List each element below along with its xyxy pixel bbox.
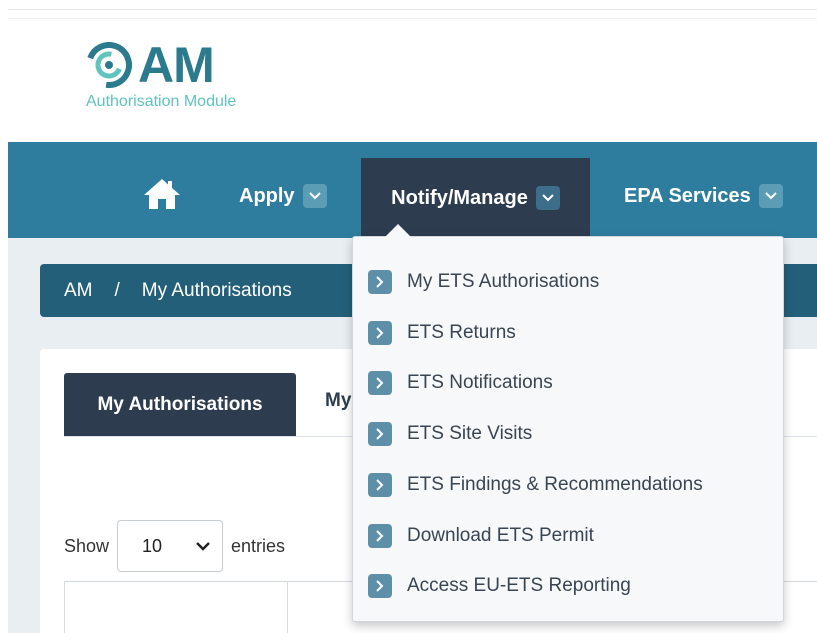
chevron-down-icon — [535, 186, 560, 210]
menu-item-ets-notifications[interactable]: ETS Notifications — [368, 368, 553, 398]
menu-item-label: Download ETS Permit — [407, 525, 594, 546]
entries-label: entries — [231, 535, 286, 556]
home-icon — [144, 179, 180, 209]
chevron-right-icon — [368, 574, 392, 598]
nav-epa-services[interactable]: EPA Services — [624, 180, 783, 212]
logo-subtitle: Authorisation Module — [86, 93, 237, 110]
chevron-right-icon — [368, 270, 392, 294]
menu-item-ets-returns[interactable]: ETS Returns — [368, 318, 516, 348]
menu-item-label: ETS Returns — [407, 322, 516, 343]
menu-item-label: ETS Notifications — [407, 372, 553, 393]
table-column-divider — [287, 581, 288, 633]
chevron-down-icon — [196, 541, 210, 551]
menu-item-ets-findings[interactable]: ETS Findings & Recommendations — [368, 470, 703, 500]
menu-item-access-eu-ets-reporting[interactable]: Access EU-ETS Reporting — [368, 571, 631, 601]
entries-control: Show 10 entries — [64, 520, 285, 572]
menu-item-label: Access EU-ETS Reporting — [407, 575, 631, 596]
nav-epa-services-label: EPA Services — [624, 184, 751, 207]
menu-item-label: My ETS Authorisations — [407, 271, 600, 292]
nav-home[interactable] — [140, 170, 184, 218]
menu-item-ets-site-visits[interactable]: ETS Site Visits — [368, 419, 532, 449]
nav-notify-manage-label: Notify/Manage — [391, 186, 528, 209]
logo-swirl-icon — [86, 42, 132, 88]
chevron-right-icon — [368, 422, 392, 446]
chevron-right-icon — [368, 473, 392, 497]
breadcrumb-root[interactable]: AM — [64, 280, 93, 302]
breadcrumb-current: My Authorisations — [141, 279, 292, 301]
chevron-right-icon — [368, 371, 392, 395]
chevron-right-icon — [368, 321, 392, 345]
tab-next[interactable]: My — [325, 390, 351, 412]
breadcrumb-separator: / — [114, 279, 120, 301]
app-logo[interactable]: AM Authorisation Module — [86, 36, 286, 116]
logo-title: AM — [138, 37, 215, 93]
menu-item-label: ETS Findings & Recommendations — [407, 474, 703, 495]
entries-select[interactable]: 10 — [117, 520, 224, 572]
tab-my-authorisations[interactable]: My Authorisations — [64, 373, 296, 436]
show-label: Show — [64, 535, 110, 556]
menu-item-label: ETS Site Visits — [407, 423, 533, 444]
menu-item-my-ets-authorisations[interactable]: My ETS Authorisations — [368, 267, 599, 297]
chevron-down-icon — [758, 184, 783, 208]
dropdown-caret — [385, 224, 411, 237]
menu-item-download-ets-permit[interactable]: Download ETS Permit — [368, 521, 594, 551]
top-rule — [8, 9, 817, 10]
nav-apply[interactable]: Apply — [239, 180, 327, 212]
entries-select-value: 10 — [142, 535, 163, 556]
nav-apply-label: Apply — [239, 184, 295, 207]
chevron-down-icon — [302, 184, 327, 208]
chevron-right-icon — [368, 524, 392, 548]
top-rule-secondary — [8, 18, 817, 19]
